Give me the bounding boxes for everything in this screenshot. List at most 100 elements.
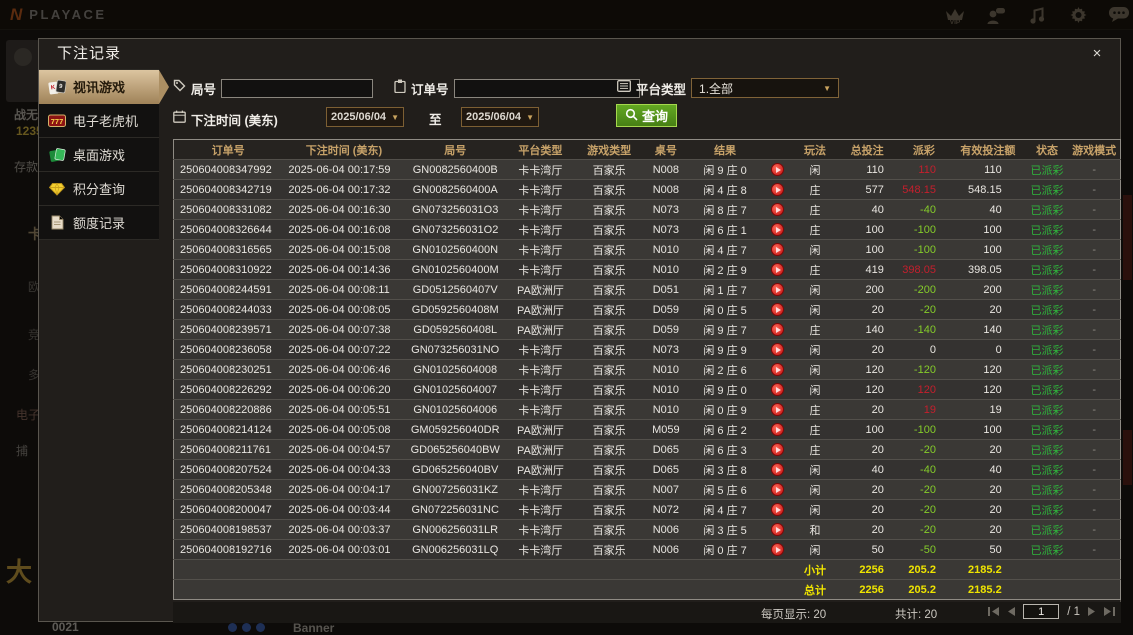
play-video-button[interactable] xyxy=(770,303,784,316)
cell-game-type: 百家乐 xyxy=(592,184,626,197)
cell-bet-side: 闲 xyxy=(809,164,821,177)
sidebar-item-table-games[interactable]: 桌面游戏 xyxy=(39,138,159,172)
cell-table-no: N010 xyxy=(652,403,680,416)
cell-bet-side: 庄 xyxy=(809,264,821,277)
cell-total-bet: 20 xyxy=(871,503,884,516)
cell-valid-bet: 50 xyxy=(989,543,1002,556)
cell-game-mode: - xyxy=(1092,303,1096,316)
first-page-button[interactable] xyxy=(988,607,1000,616)
count-value: 20 xyxy=(924,609,938,621)
cell-replay xyxy=(761,540,794,560)
play-video-button[interactable] xyxy=(770,383,784,396)
cell-table-no: N008 xyxy=(652,163,680,176)
cell-total-bet: 40 xyxy=(871,463,884,476)
search-button[interactable]: 查询 xyxy=(616,104,678,127)
sum-payout: 205.2 xyxy=(908,563,936,576)
platform-select[interactable]: 1.全部 ▼ xyxy=(691,78,840,98)
cell-platform: PA欧洲厅 xyxy=(517,444,564,457)
cell-order-no: 250604008244033 xyxy=(180,303,272,316)
cell-replay xyxy=(761,200,794,220)
cell-bet-side: 和 xyxy=(809,524,821,537)
play-video-button[interactable] xyxy=(770,483,784,496)
table-row: 250604008244591 2025-06-04 00:08:11 GD0512… xyxy=(173,279,1121,300)
table-row: 250604008230251 2025-06-04 00:06:46 GN0102… xyxy=(173,359,1121,380)
cell-order-no: 250604008310922 xyxy=(180,263,272,276)
play-video-button[interactable] xyxy=(770,503,784,516)
order-input[interactable] xyxy=(453,78,640,98)
play-video-button[interactable] xyxy=(770,323,784,336)
cell-round-no: GN0082560400B xyxy=(412,163,498,176)
table-row: 250604008192716 2025-06-04 00:03:01 GN0062… xyxy=(173,539,1121,560)
play-video-button[interactable] xyxy=(770,543,784,556)
cell-valid-bet: 20 xyxy=(989,483,1002,496)
cell-bet-side: 闲 xyxy=(809,384,821,397)
column-header: 结果 xyxy=(689,139,761,160)
table-row: 250604008342719 2025-06-04 00:17:32 GN0082… xyxy=(173,179,1121,200)
play-video-button[interactable] xyxy=(770,283,784,296)
cell-total-bet: 20 xyxy=(871,303,884,316)
cell-round-no: GD065256040BW xyxy=(410,443,500,456)
cell-game-type: 百家乐 xyxy=(592,224,626,237)
play-video-button[interactable] xyxy=(770,203,784,216)
sum-empty xyxy=(1068,580,1120,600)
play-video-button[interactable] xyxy=(770,243,784,256)
date-from-value: 2025/06/04 xyxy=(331,111,387,123)
cell-total-bet: 419 xyxy=(865,263,884,276)
cell-result: 闲 3 庄 5 xyxy=(703,524,747,537)
screen: N PLAYACE VIP 战无1235存款卡卡欧洲竞多电子捕 大 0021Ba… xyxy=(0,0,1133,635)
play-video-button[interactable] xyxy=(770,263,784,276)
cell-valid-bet: 40 xyxy=(989,463,1002,476)
cell-bet-side: 庄 xyxy=(809,224,821,237)
round-input[interactable] xyxy=(221,78,374,98)
cell-game-mode: - xyxy=(1092,503,1096,516)
table-header-row: 订单号 下注时间 (美东) 局号 平台类型 游戏类型 桌号 结果 玩法 总投注 派彩 有效投注额 状态… xyxy=(173,139,1121,160)
cell-platform: 卡卡湾厅 xyxy=(518,344,563,357)
cell-round-no: GN072256031NC xyxy=(411,503,499,516)
cell-replay xyxy=(761,240,794,260)
cell-total-bet: 20 xyxy=(871,343,884,356)
date-to-select[interactable]: 2025/06/04 ▼ xyxy=(461,107,539,127)
cell-result: 闲 1 庄 7 xyxy=(703,284,747,297)
sidebar-item-video-games[interactable]: K 9 视讯游戏 xyxy=(39,70,169,104)
cell-round-no: GN006256031LQ xyxy=(412,543,499,556)
cell-valid-bet: 20 xyxy=(989,443,1002,456)
cell-payout: -100 xyxy=(913,223,936,236)
sidebar-item-slots[interactable]: 777 电子老虎机 xyxy=(39,104,159,138)
play-video-button[interactable] xyxy=(770,463,784,476)
close-icon[interactable]: × xyxy=(1088,45,1106,63)
cell-result: 闲 0 庄 7 xyxy=(703,544,747,557)
play-video-button[interactable] xyxy=(770,343,784,356)
table-row: 250604008236058 2025-06-04 00:07:22 GN0732… xyxy=(173,339,1121,360)
previous-page-button[interactable] xyxy=(1007,607,1016,616)
points-gem-icon xyxy=(48,182,66,196)
page-number-input[interactable] xyxy=(1023,604,1060,619)
sidebar-item-points-query[interactable]: 积分查询 xyxy=(39,172,159,206)
play-video-button[interactable] xyxy=(770,163,784,176)
cell-replay xyxy=(761,520,794,540)
cell-game-mode: - xyxy=(1092,243,1096,256)
date-to-value: 2025/06/04 xyxy=(466,111,522,123)
time-label: 下注时间 (美东) xyxy=(191,113,278,128)
cell-payout: -20 xyxy=(920,523,936,536)
next-page-button[interactable] xyxy=(1088,607,1096,616)
play-video-button[interactable] xyxy=(770,183,784,196)
cell-platform: 卡卡湾厅 xyxy=(518,504,563,517)
cell-total-bet: 40 xyxy=(871,203,884,216)
sidebar-item-quota-records[interactable]: 额度记录 xyxy=(39,206,159,240)
play-video-button[interactable] xyxy=(770,423,784,436)
last-page-button[interactable] xyxy=(1104,607,1115,616)
cell-platform: PA欧洲厅 xyxy=(517,304,564,317)
cell-result: 闲 9 庄 0 xyxy=(703,384,747,397)
date-from-select[interactable]: 2025/06/04 ▼ xyxy=(326,107,404,127)
betting-records-modal: 下注记录 × K 9 视讯游戏 777 电子老虎机 桌面游戏 积分查询 额度记录 局号 订单号… xyxy=(38,38,1121,623)
cell-status: 已派彩 xyxy=(1030,224,1064,237)
play-video-button[interactable] xyxy=(770,403,784,416)
cell-platform: 卡卡湾厅 xyxy=(518,164,563,177)
play-video-button[interactable] xyxy=(770,363,784,376)
play-video-button[interactable] xyxy=(770,223,784,236)
play-video-button[interactable] xyxy=(770,523,784,536)
play-video-button[interactable] xyxy=(770,443,784,456)
cell-round-no: GD0592560408M xyxy=(411,303,499,316)
cell-table-no: N073 xyxy=(652,343,680,356)
cell-replay xyxy=(761,440,794,460)
